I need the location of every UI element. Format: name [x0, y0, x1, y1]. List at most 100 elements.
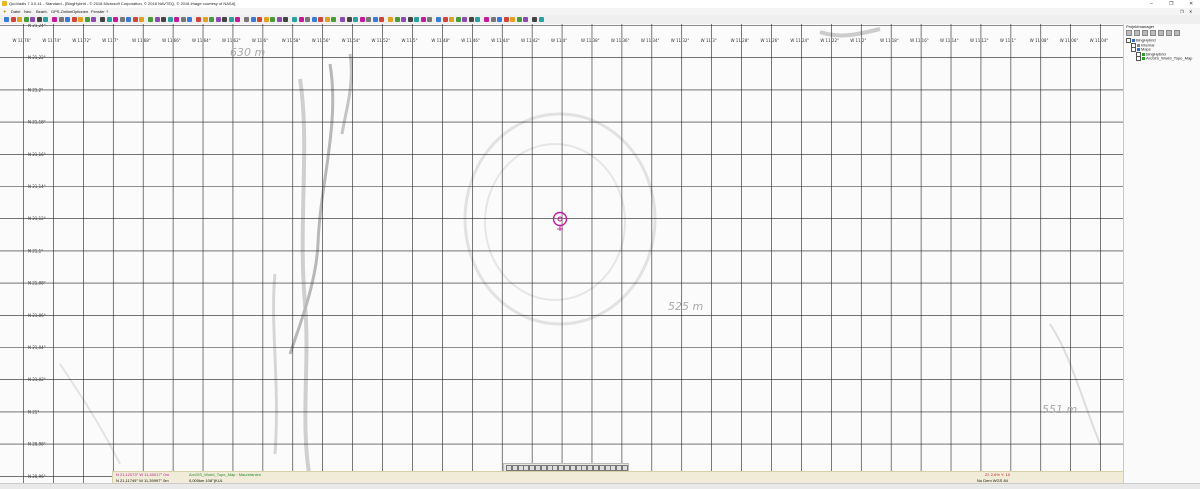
toolbar-button-62[interactable] [420, 17, 426, 22]
toolbar-button-22[interactable] [148, 17, 153, 22]
panel-save-icon[interactable] [1134, 30, 1140, 36]
toolbar-button-41[interactable] [276, 17, 282, 22]
toolbar-button-21[interactable] [139, 17, 144, 22]
toolbar-button-49[interactable] [331, 17, 336, 22]
toolbar-button-73[interactable] [497, 17, 502, 22]
menu-file[interactable]: Datei [11, 8, 20, 15]
toolbar-button-74[interactable] [503, 17, 509, 22]
toolbar-button-17[interactable] [113, 17, 118, 22]
menu-edit[interactable]: Bearb. [36, 8, 48, 15]
toolbar-button-11[interactable] [71, 17, 77, 22]
toolbar-button-15[interactable] [100, 17, 105, 22]
toolbar-button-24[interactable] [161, 17, 166, 22]
toolbar-button-53[interactable] [359, 17, 365, 22]
toolbar-button-25[interactable] [167, 17, 173, 22]
toolbar-button-9[interactable] [58, 17, 64, 22]
toolbar-button-29[interactable] [196, 17, 201, 22]
menu-gps-online[interactable]: GPS-Online [51, 8, 72, 15]
maximize-button[interactable]: ❐ [1169, 0, 1173, 8]
menu-window[interactable]: Fenster [91, 8, 105, 15]
toolbar-button-63[interactable] [427, 17, 432, 22]
toolbar-button-65[interactable] [442, 17, 448, 22]
toolbar-button-77[interactable] [523, 17, 528, 22]
toolbar-button-64[interactable] [436, 17, 441, 22]
toolbar-button-34[interactable] [228, 17, 234, 22]
toolbar-button-35[interactable] [235, 17, 240, 22]
toolbar-button-42[interactable] [283, 17, 288, 22]
toolbar-button-3[interactable] [17, 17, 22, 22]
toolbar-button-31[interactable] [209, 17, 214, 22]
toolbar-button-70[interactable] [475, 17, 480, 22]
toolbar-button-71[interactable] [484, 17, 489, 22]
toolbar-button-50[interactable] [340, 17, 345, 22]
toolbar-button-57[interactable] [388, 17, 393, 22]
toolbar-button-18[interactable] [119, 17, 125, 22]
close-doc-icon[interactable]: ✕ [1189, 8, 1192, 15]
toolbar-button-75[interactable] [510, 17, 515, 22]
toolbar-button-38[interactable] [257, 17, 262, 22]
toolbar-button-60[interactable] [407, 17, 413, 22]
toolbar-button-78[interactable] [532, 17, 537, 22]
toolbar-button-51[interactable] [346, 17, 352, 22]
toolbar-button-48[interactable] [324, 17, 330, 22]
toolbar-button-13[interactable] [84, 17, 90, 22]
toolbar-button-26[interactable] [174, 17, 179, 22]
toolbar-button-72[interactable] [490, 17, 496, 22]
toolbar-button-32[interactable] [215, 17, 221, 22]
toolbar-button-43[interactable] [292, 17, 297, 22]
toolbar-button-66[interactable] [449, 17, 454, 22]
toolbar-button-7[interactable] [43, 17, 48, 22]
toolbar-button-1[interactable] [4, 17, 9, 22]
toolbar-button-6[interactable] [36, 17, 42, 22]
toolbar-button-4[interactable] [23, 17, 29, 22]
menu-options[interactable]: Optionen [72, 8, 88, 15]
position-marker-icon[interactable] [552, 211, 568, 232]
toolbar-button-36[interactable] [244, 17, 249, 22]
panel-remove-icon[interactable] [1150, 30, 1156, 36]
toolbar-button-46[interactable] [311, 17, 317, 22]
panel-settings-icon[interactable] [1174, 30, 1180, 36]
toolbar-button-19[interactable] [126, 17, 131, 22]
toolbar-button-44[interactable] [298, 17, 304, 22]
toolbar-button-52[interactable] [353, 17, 358, 22]
map-canvas[interactable]: W 11,76° W 11,74° W 11,72° W 11,7° W 11,68° W… [0, 24, 1123, 483]
toolbar-button-67[interactable] [455, 17, 461, 22]
toolbar-button-33[interactable] [222, 17, 227, 22]
toolbar-button-40[interactable] [270, 17, 275, 22]
toolbar-button-28[interactable] [187, 17, 192, 22]
toolbar-button-14[interactable] [91, 17, 96, 22]
toolbar-button-59[interactable] [401, 17, 406, 22]
toolbar-button-30[interactable] [202, 17, 208, 22]
toolbar-button-2[interactable] [10, 17, 16, 22]
tree-checkbox[interactable] [1136, 56, 1141, 61]
toolbar-button-45[interactable] [305, 17, 310, 22]
map-view[interactable]: W 11,76° W 11,74° W 11,72° W 11,7° W 11,68° W… [0, 24, 1124, 483]
panel-add-icon[interactable] [1142, 30, 1148, 36]
toolbar-button-5[interactable] [30, 17, 35, 22]
toolbar-button-12[interactable] [78, 17, 83, 22]
toolbar-button-58[interactable] [394, 17, 400, 22]
menu-new[interactable]: Neu [24, 8, 31, 15]
minimize-button[interactable]: – [1150, 0, 1153, 8]
toolbar-button-55[interactable] [372, 17, 378, 22]
panel-new-icon[interactable] [1126, 30, 1132, 36]
panel-properties-icon[interactable] [1166, 30, 1172, 36]
toolbar-button-47[interactable] [318, 17, 323, 22]
toolbar-button-10[interactable] [65, 17, 70, 22]
toolbar-button-76[interactable] [516, 17, 522, 22]
toolbar-button-23[interactable] [154, 17, 160, 22]
tree-node[interactable]: ArcGIS_World_Topo_Map [1126, 56, 1192, 61]
toolbar-button-68[interactable] [462, 17, 467, 22]
toolbar-button-8[interactable] [52, 17, 57, 22]
toolbar-button-56[interactable] [379, 17, 384, 22]
toolbar-button-27[interactable] [180, 17, 186, 22]
close-button[interactable]: ✕ [1189, 0, 1193, 8]
restore-doc-icon[interactable]: ❐ [1180, 8, 1184, 15]
panel-search-icon[interactable] [1158, 30, 1164, 36]
menu-help[interactable]: ? [106, 8, 108, 15]
quovadis-menu-icon[interactable]: ✦ [3, 8, 6, 15]
toolbar-button-54[interactable] [366, 17, 371, 22]
toolbar-button-79[interactable] [538, 17, 544, 22]
toolbar-button-61[interactable] [414, 17, 419, 22]
toolbar-button-37[interactable] [250, 17, 256, 22]
